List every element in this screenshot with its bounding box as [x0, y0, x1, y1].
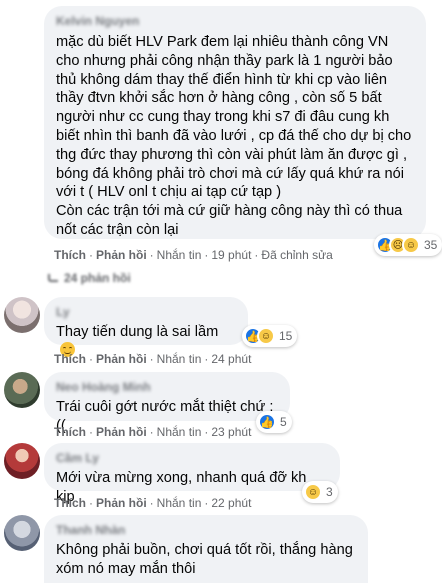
comment-bubble: Thanh Nhàn Không phải buồn, chơi quá tốt… [44, 515, 368, 583]
haha-reaction-icon: ☺ [304, 483, 322, 501]
like-link[interactable]: Thích [54, 496, 86, 510]
comment-bubble: Kelvin Nguyen mặc dù biết HLV Park đem l… [44, 6, 426, 239]
reply-link[interactable]: Phản hồi [96, 496, 147, 510]
timestamp[interactable]: 24 phút [211, 352, 251, 366]
comment-author[interactable]: Cầm Ly [56, 451, 328, 466]
separator: · [149, 496, 154, 510]
separator: · [204, 496, 209, 510]
avatar[interactable] [4, 443, 40, 479]
reaction-count: 5 [280, 415, 287, 429]
separator: · [204, 352, 209, 366]
comment-actions: Thích · Phản hồi · Nhắn tin · 23 phút [54, 424, 251, 440]
reaction-summary[interactable]: ☺ 3 [302, 481, 338, 503]
reply-link[interactable]: Phản hồi [96, 352, 147, 366]
comment-actions: Thích · Phản hồi · Nhắn tin · 22 phút [54, 495, 251, 511]
comment-author[interactable]: Kelvin Nguyen [56, 14, 414, 29]
comment-actions: Thích · Phản hồi · Nhắn tin · 24 phút [54, 351, 251, 367]
reply-link[interactable]: Phản hồi [96, 248, 147, 262]
comment-text: mặc dù biết HLV Park đem lại nhiêu thành… [56, 34, 412, 238]
avatar[interactable] [4, 515, 40, 551]
comment-bubble: Cầm Ly Mới vừa mừng xong, nhanh quá đỡ k… [44, 443, 340, 505]
separator: · [204, 425, 209, 439]
separator: · [149, 425, 154, 439]
haha-reaction-icon: ☺ [257, 327, 275, 345]
reaction-summary[interactable]: 👍 ☹ ☺ 35 [374, 234, 442, 256]
like-link[interactable]: Thích [54, 425, 86, 439]
separator: · [89, 425, 93, 439]
reply-arrow-icon [48, 274, 58, 282]
timestamp[interactable]: 23 phút [211, 425, 251, 439]
timestamp[interactable]: 19 phút [211, 248, 251, 262]
comment-author[interactable]: Neo Hoàng Minh [56, 380, 278, 395]
reaction-summary[interactable]: 👍 ☺ 15 [242, 325, 298, 347]
reply-link[interactable]: Phản hồi [96, 425, 147, 439]
reaction-summary[interactable]: 👍 5 [256, 411, 292, 433]
separator: · [89, 496, 93, 510]
separator: · [149, 248, 154, 262]
comment-author[interactable]: Ly [56, 305, 236, 320]
separator: · [89, 248, 93, 262]
reaction-count: 35 [424, 238, 438, 252]
comment-author[interactable]: Thanh Nhàn [56, 523, 356, 538]
comment-bubble: Neo Hoàng Minh Trái cuôi gớt nước mắt th… [44, 372, 290, 434]
comment-bubble: Ly Thay tiến dung là sai lầm [44, 297, 248, 357]
message-link[interactable]: Nhắn tin [157, 425, 202, 439]
like-link[interactable]: Thích [54, 352, 86, 366]
like-link[interactable]: Thích [54, 248, 86, 262]
replies-count: 24 phản hồi [64, 271, 131, 285]
avatar[interactable] [4, 297, 40, 333]
edited-label: Đã chỉnh sửa [261, 248, 333, 262]
separator: · [204, 248, 209, 262]
timestamp[interactable]: 22 phút [211, 496, 251, 510]
view-replies-link[interactable]: 24 phản hồi [48, 271, 131, 285]
haha-reaction-icon: ☺ [402, 236, 420, 254]
reaction-count: 15 [279, 329, 293, 343]
message-link[interactable]: Nhắn tin [157, 496, 202, 510]
reaction-count: 3 [326, 485, 333, 499]
like-reaction-icon: 👍 [258, 413, 276, 431]
avatar[interactable] [4, 372, 40, 408]
separator: · [89, 352, 93, 366]
comment-text: Không phải buồn, chơi quá tốt rồi, thắng… [56, 542, 353, 577]
message-link[interactable]: Nhắn tin [157, 352, 202, 366]
comment-text-content: Thay tiến dung là sai lầm [56, 324, 219, 340]
comment-actions: Thích · Phản hồi · Nhắn tin · 19 phút · Đã chỉnh… [54, 247, 333, 263]
message-link[interactable]: Nhắn tin [157, 248, 202, 262]
separator: · [254, 248, 259, 262]
separator: · [149, 352, 154, 366]
